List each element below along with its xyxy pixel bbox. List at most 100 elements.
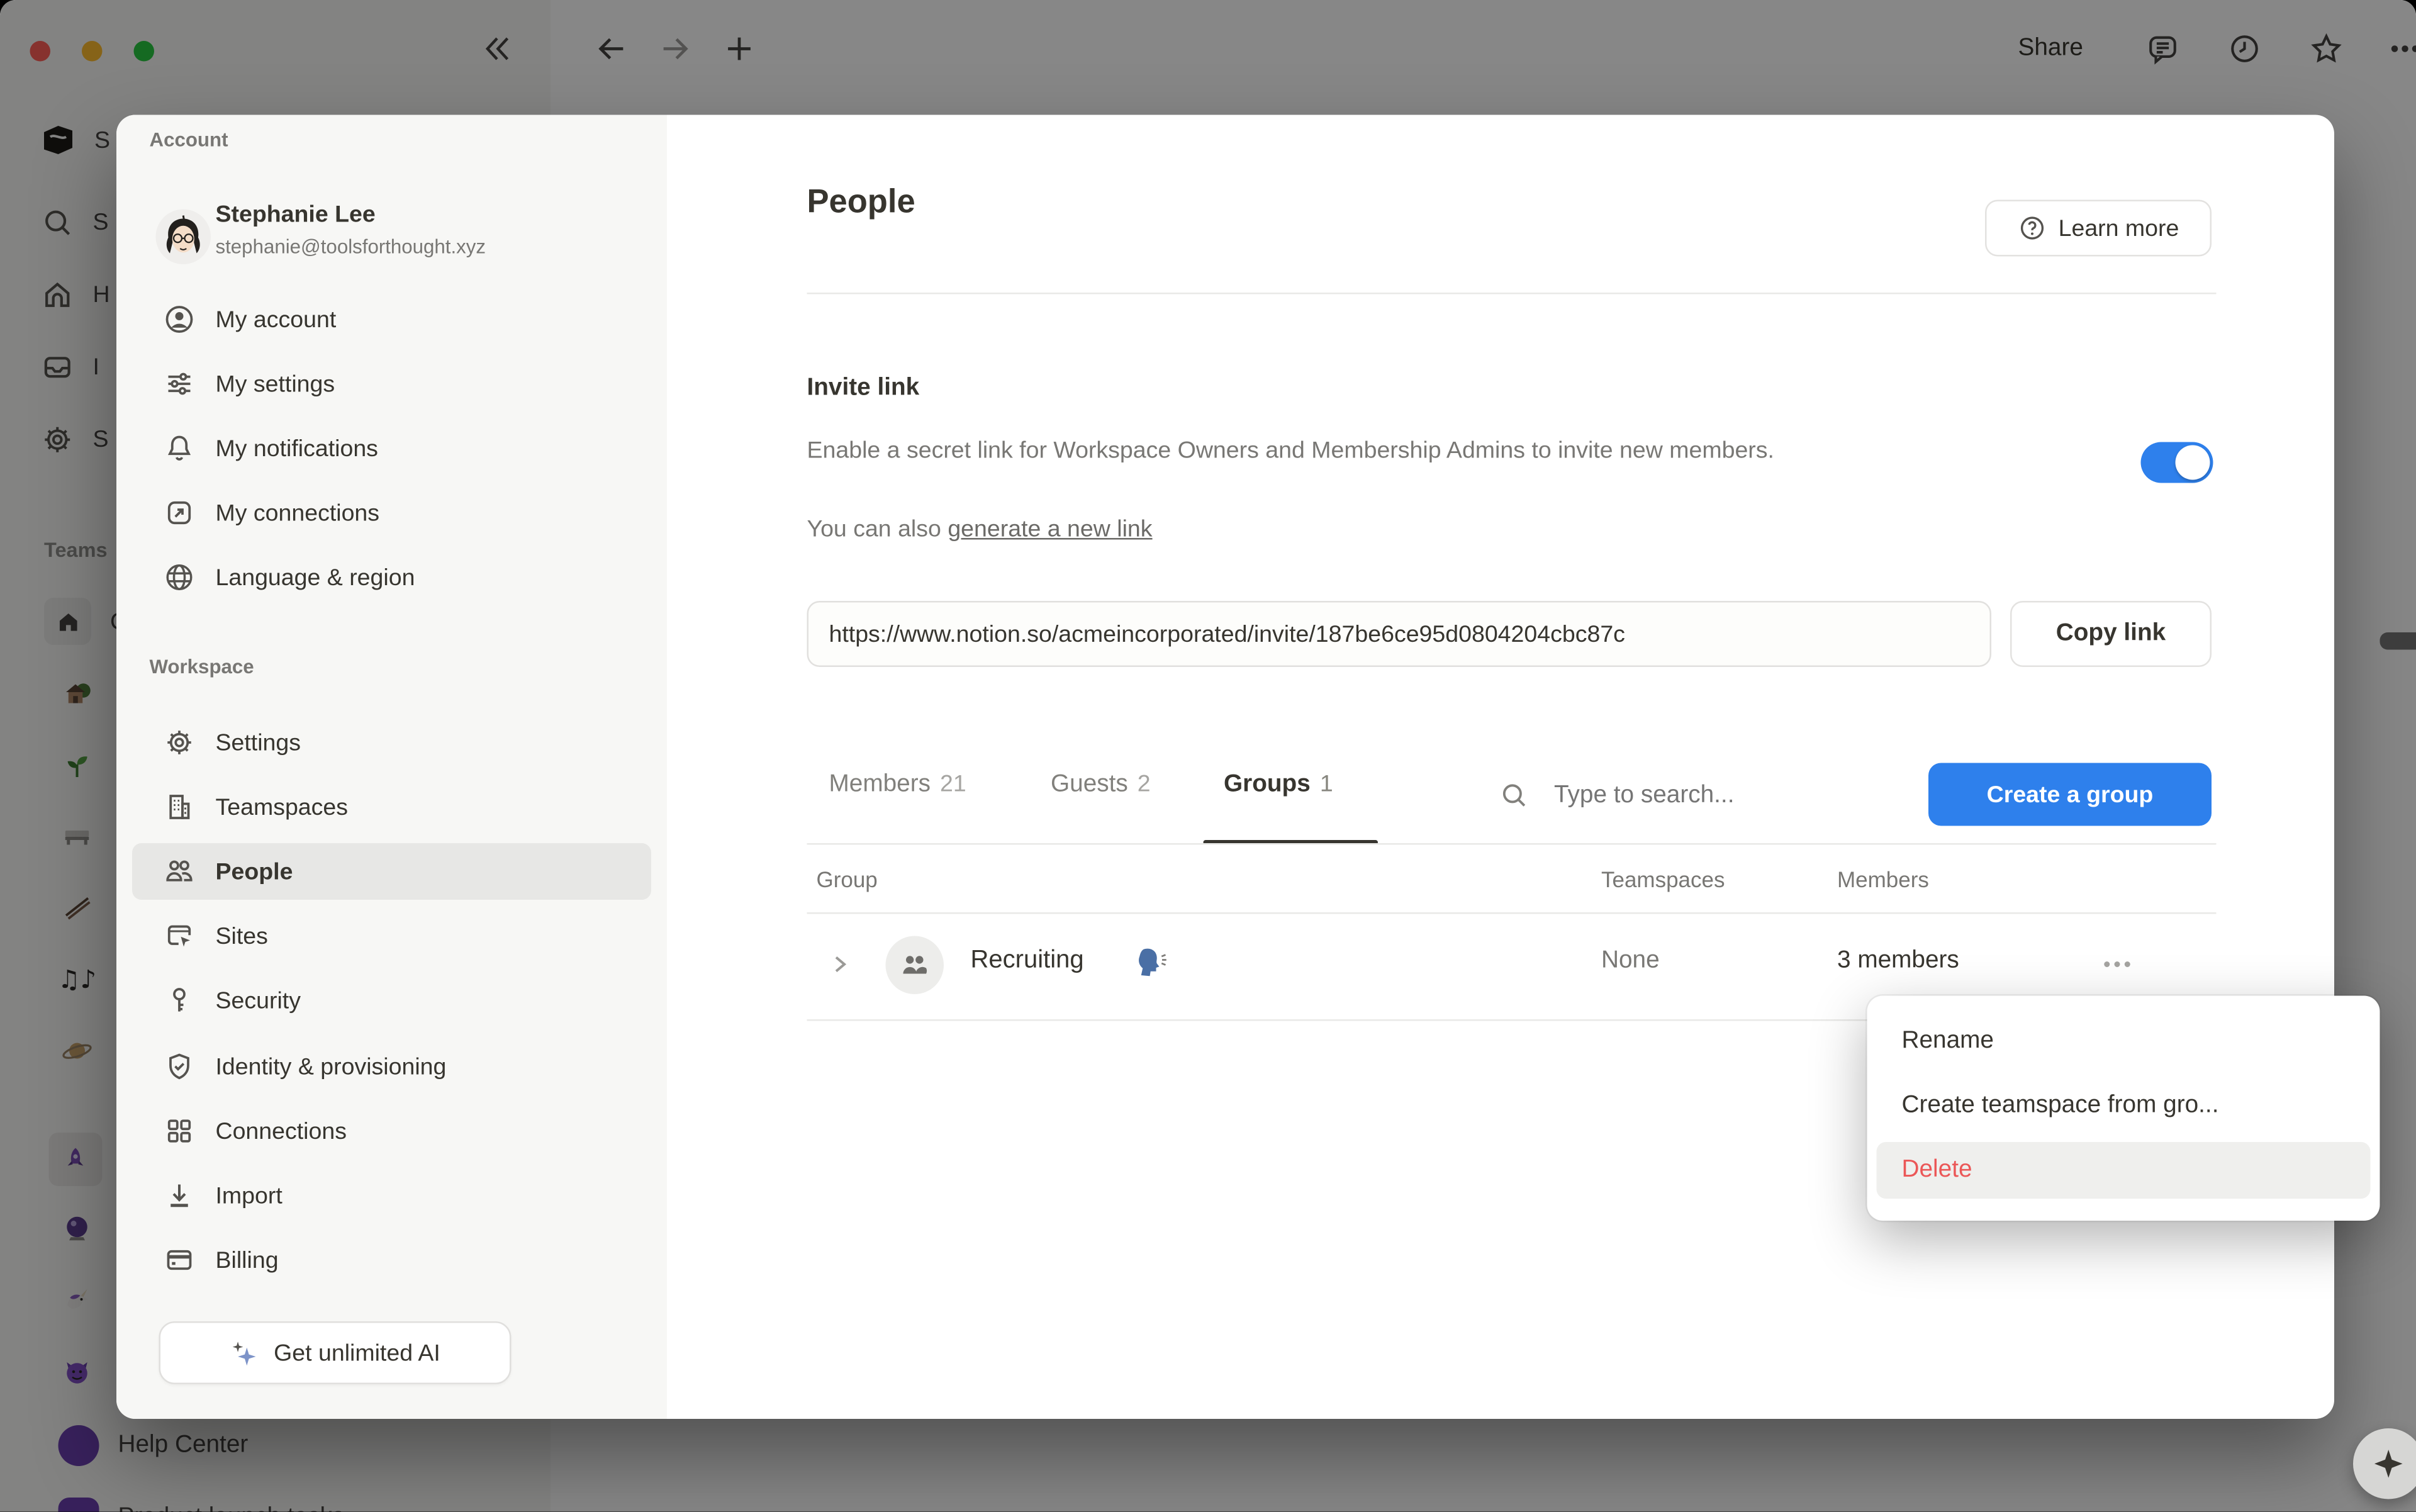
- generate-new-link[interactable]: generate a new link: [948, 516, 1152, 543]
- tab-members[interactable]: Members 21: [829, 771, 966, 818]
- toggle-knob: [2176, 445, 2210, 480]
- sidebar-item-label: Billing: [216, 1246, 279, 1274]
- credit-card-icon: [164, 1245, 195, 1276]
- sparkle-icon: [2372, 1447, 2405, 1481]
- person-circle-icon: [164, 304, 195, 335]
- sidebar-item-billing[interactable]: Billing: [132, 1232, 651, 1289]
- ai-button-label: Get unlimited AI: [274, 1340, 440, 1367]
- invite-link-also-line: You can also generate a new link: [807, 516, 1153, 543]
- help-circle-icon: [2018, 214, 2046, 242]
- expand-chevron-icon[interactable]: [827, 952, 853, 977]
- sidebar-item-label: Settings: [216, 729, 301, 756]
- sidebar-item-label: Sites: [216, 922, 268, 949]
- people-icon: [164, 856, 195, 887]
- learn-more-label: Learn more: [2059, 215, 2179, 242]
- invite-link-toggle[interactable]: [2141, 442, 2213, 483]
- group-avatar: [886, 935, 944, 994]
- search-icon: [1499, 780, 1530, 810]
- shield-check-icon: [164, 1051, 195, 1082]
- user-email: stephanie@toolsforthought.xyz: [216, 236, 486, 258]
- settings-modal: Account Stephanie Lee stephanie@toolsfor…: [116, 115, 2334, 1420]
- row-more-icon[interactable]: [2101, 952, 2133, 977]
- tab-count: 1: [1320, 771, 1333, 798]
- group-people-icon: [900, 949, 930, 980]
- account-section-label: Account: [150, 129, 228, 151]
- tabs-divider: [807, 843, 2217, 845]
- create-group-button[interactable]: Create a group: [1928, 763, 2212, 826]
- tab-label: Groups: [1224, 771, 1311, 799]
- row-members[interactable]: 3 members: [1837, 947, 1959, 975]
- menu-item-label: Create teamspace from gro...: [1902, 1092, 2219, 1120]
- sidebar-item-label: My settings: [216, 371, 335, 398]
- invite-link-url-field[interactable]: https://www.notion.so/acmeincorporated/i…: [807, 601, 1992, 667]
- page-title: People: [807, 184, 915, 222]
- copy-link-button[interactable]: Copy link: [2010, 601, 2212, 667]
- window-edge-handle[interactable]: [2380, 632, 2416, 650]
- create-group-label: Create a group: [1987, 781, 2154, 808]
- section-divider: [807, 293, 2217, 294]
- invite-url: https://www.notion.so/acmeincorporated/i…: [829, 620, 1625, 647]
- tab-label: Members: [829, 771, 931, 799]
- sidebar-item-label: My account: [216, 306, 337, 333]
- globe-icon: [164, 562, 195, 593]
- sidebar-item-settings[interactable]: Settings: [132, 714, 651, 771]
- tab-count: 21: [940, 771, 966, 798]
- bell-icon: [164, 433, 195, 464]
- copy-link-label: Copy link: [2056, 620, 2166, 648]
- settings-sidebar: Account Stephanie Lee stephanie@toolsfor…: [116, 115, 667, 1420]
- speaking-head-emoji-icon: [1131, 944, 1169, 982]
- sidebar-item-label: Teamspaces: [216, 793, 349, 820]
- tab-count: 2: [1138, 771, 1151, 798]
- sidebar-item-label: Import: [216, 1182, 282, 1209]
- learn-more-button[interactable]: Learn more: [1985, 200, 2212, 257]
- grid-icon: [164, 1116, 195, 1147]
- sidebar-item-identity-provisioning[interactable]: Identity & provisioning: [132, 1038, 651, 1095]
- sidebar-item-label: Language & region: [216, 564, 415, 591]
- sidebar-item-import[interactable]: Import: [132, 1167, 651, 1224]
- notion-window: Share S S H I S Teams: [0, 0, 2416, 1512]
- search-input[interactable]: [1551, 773, 1888, 820]
- sidebar-item-my-account[interactable]: My account: [132, 291, 651, 348]
- sidebar-item-language-region[interactable]: Language & region: [132, 549, 651, 606]
- sidebar-item-my-connections[interactable]: My connections: [132, 484, 651, 541]
- user-name: Stephanie Lee: [216, 201, 376, 228]
- key-icon: [164, 985, 195, 1016]
- header-divider: [807, 912, 2217, 914]
- tab-guests[interactable]: Guests 2: [1051, 771, 1151, 818]
- sidebar-item-label: Connections: [216, 1117, 347, 1145]
- menu-item-rename[interactable]: Rename: [1877, 1016, 2371, 1067]
- invite-link-heading: Invite link: [807, 374, 920, 403]
- menu-item-label: Delete: [1902, 1156, 1972, 1185]
- workspace-section-label: Workspace: [150, 656, 254, 678]
- menu-item-create-teamspace-from-group[interactable]: Create teamspace from gro...: [1877, 1081, 2371, 1131]
- sidebar-item-label: Identity & provisioning: [216, 1053, 447, 1080]
- gear-icon: [164, 727, 195, 758]
- group-name: Recruiting: [971, 947, 1084, 975]
- building-icon: [164, 792, 195, 823]
- row-teamspaces: None: [1601, 947, 1660, 975]
- sidebar-item-my-settings[interactable]: My settings: [132, 356, 651, 412]
- sidebar-item-people[interactable]: People: [132, 843, 651, 900]
- browser-cursor-icon: [164, 921, 195, 952]
- column-header-members: Members: [1837, 867, 1929, 892]
- tab-groups[interactable]: Groups 1: [1224, 771, 1333, 818]
- get-unlimited-ai-button[interactable]: Get unlimited AI: [159, 1321, 512, 1384]
- import-arrow-icon: [164, 1180, 195, 1211]
- external-link-icon: [164, 497, 195, 529]
- sidebar-item-sites[interactable]: Sites: [132, 908, 651, 965]
- sidebar-item-security[interactable]: Security: [132, 972, 651, 1029]
- tab-label: Guests: [1051, 771, 1128, 799]
- sidebar-item-label: My connections: [216, 500, 380, 527]
- invite-link-description: Enable a secret link for Workspace Owner…: [807, 434, 1908, 469]
- sidebar-item-label: People: [216, 858, 293, 885]
- sidebar-item-connections[interactable]: Connections: [132, 1103, 651, 1160]
- sidebar-item-teamspaces[interactable]: Teamspaces: [132, 779, 651, 836]
- sidebar-item-label: My notifications: [216, 435, 378, 462]
- group-context-menu: Rename Create teamspace from gro... Dele…: [1867, 996, 2380, 1221]
- sidebar-item-my-notifications[interactable]: My notifications: [132, 420, 651, 477]
- ai-sparkle-icon: [230, 1338, 260, 1368]
- menu-item-delete[interactable]: Delete: [1877, 1142, 2371, 1199]
- sidebar-item-label: Security: [216, 987, 301, 1014]
- column-header-teamspaces: Teamspaces: [1601, 867, 1725, 892]
- sliders-icon: [164, 368, 195, 400]
